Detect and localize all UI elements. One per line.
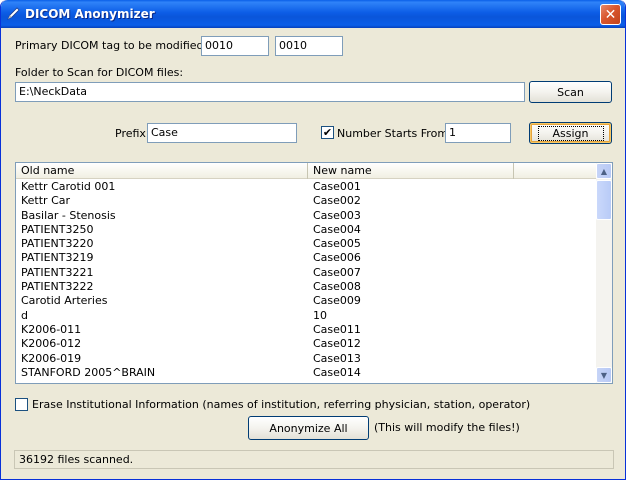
status-text: 36192 files scanned.	[19, 453, 134, 466]
table-row[interactable]: d 10	[16, 309, 598, 323]
new-name-cell: Case009	[313, 294, 361, 308]
scroll-up-button[interactable]: ▲	[596, 163, 612, 179]
tag-label: Primary DICOM tag to be modified:	[15, 39, 208, 52]
table-row[interactable]: PATIENT3219 Case006	[16, 251, 598, 265]
old-name-cell: PATIENT3219	[21, 251, 94, 265]
list-rows: Kettr Carotid 001 Case001 Kettr Car Case002…	[16, 180, 598, 380]
new-name-cell: Case014	[313, 365, 361, 379]
vertical-scrollbar[interactable]: ▲ ▼	[596, 163, 612, 383]
old-name-cell: K2006-019	[21, 351, 82, 365]
prefix-input[interactable]: Case	[147, 123, 297, 143]
erase-info-label: Erase Institutional Information (names o…	[32, 398, 531, 411]
number-starts-checkbox[interactable]: ✔	[321, 126, 334, 139]
chevron-up-icon: ▲	[600, 166, 608, 176]
erase-info-checkbox[interactable]	[15, 398, 28, 411]
table-row[interactable]: K2006-011 Case011	[16, 323, 598, 337]
start-number-input[interactable]: 1	[445, 123, 511, 143]
column-header-old-name[interactable]: Old name	[16, 163, 308, 179]
column-header-empty[interactable]	[514, 163, 598, 179]
new-name-cell: Case003	[313, 208, 361, 222]
new-name-cell: Case001	[313, 180, 361, 193]
prefix-label: Prefix	[115, 127, 146, 140]
old-name-cell: PATIENT3220	[21, 237, 94, 251]
chevron-down-icon: ▼	[600, 370, 608, 380]
table-row[interactable]: Kettr Car Case002	[16, 194, 598, 208]
old-name-cell: Basilar - Stenosis	[21, 208, 116, 222]
table-row[interactable]: K2006-019 Case013	[16, 352, 598, 366]
table-row[interactable]: Carotid Arteries Case009	[16, 294, 598, 308]
tag-group-input[interactable]: 0010	[201, 36, 269, 56]
old-name-cell: Kettr Carotid 001	[21, 180, 116, 193]
table-row[interactable]: PATIENT3250 Case004	[16, 223, 598, 237]
status-bar: 36192 files scanned.	[14, 450, 614, 469]
old-name-cell: PATIENT3221	[21, 265, 94, 279]
column-header-new-name[interactable]: New name	[308, 163, 514, 179]
table-row[interactable]: Basilar - Stenosis Case003	[16, 209, 598, 223]
close-icon: ✕	[604, 6, 617, 23]
window-title: DICOM Anonymizer	[25, 7, 155, 21]
title-bar[interactable]: DICOM Anonymizer ✕	[1, 0, 625, 28]
old-name-cell: K2006-012	[21, 337, 82, 351]
folder-path-input[interactable]: E:\NeckData	[15, 82, 525, 102]
new-name-cell: Case006	[313, 251, 361, 265]
file-list[interactable]: Old name New name Kettr Carotid 001 Case0…	[15, 162, 613, 384]
app-window: DICOM Anonymizer ✕ Primary DICOM tag to …	[0, 0, 626, 480]
pen-icon	[7, 7, 20, 20]
scan-button[interactable]: Scan	[529, 81, 612, 103]
old-name-cell: Kettr Car	[21, 194, 71, 208]
new-name-cell: Case004	[313, 222, 361, 236]
old-name-cell: Carotid Arteries	[21, 294, 108, 308]
anonymize-warning: (This will modify the files!)	[374, 421, 520, 434]
assign-button-label: Assign	[537, 125, 604, 141]
table-row[interactable]: Kettr Carotid 001 Case001	[16, 180, 598, 194]
new-name-cell: Case012	[313, 337, 361, 351]
number-starts-label: Number Starts From	[337, 127, 449, 140]
close-button[interactable]: ✕	[600, 4, 621, 25]
table-row[interactable]: PATIENT3220 Case005	[16, 237, 598, 251]
scroll-thumb[interactable]	[596, 180, 612, 220]
new-name-cell: Case013	[313, 351, 361, 365]
new-name-cell: Case008	[313, 280, 361, 294]
table-row[interactable]: K2006-012 Case012	[16, 337, 598, 351]
old-name-cell: K2006-011	[21, 322, 82, 336]
anonymize-all-button[interactable]: Anonymize All	[248, 416, 369, 440]
tag-element-input[interactable]: 0010	[275, 36, 343, 56]
new-name-cell: Case011	[313, 322, 361, 336]
table-row[interactable]: STANFORD 2005^BRAIN Case014	[16, 366, 598, 380]
old-name-cell: d	[21, 308, 28, 322]
new-name-cell: Case005	[313, 237, 361, 251]
old-name-cell: PATIENT3222	[21, 280, 94, 294]
assign-button[interactable]: Assign	[529, 122, 612, 144]
table-row[interactable]: PATIENT3221 Case007	[16, 266, 598, 280]
list-header: Old name New name	[16, 163, 598, 179]
new-name-cell: Case007	[313, 265, 361, 279]
old-name-cell: STANFORD 2005^BRAIN	[21, 365, 156, 379]
folder-label: Folder to Scan for DICOM files:	[15, 66, 184, 79]
old-name-cell: PATIENT3250	[21, 222, 94, 236]
table-row[interactable]: PATIENT3222 Case008	[16, 280, 598, 294]
checkmark-icon: ✔	[322, 126, 333, 139]
new-name-cell: 10	[313, 308, 327, 322]
scroll-down-button[interactable]: ▼	[596, 367, 612, 383]
new-name-cell: Case002	[313, 194, 361, 208]
